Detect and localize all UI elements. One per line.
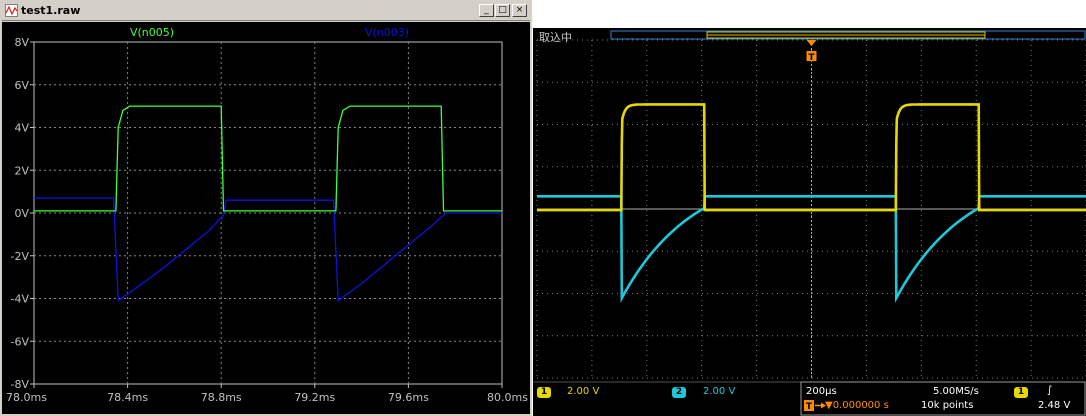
- trace-label-vn005: V(n005): [130, 26, 174, 39]
- timebase-readout: 200µs: [806, 386, 837, 397]
- ltspice-title-bar[interactable]: test1.raw _ □ ×: [2, 2, 530, 21]
- y-tick-label: -6V: [11, 335, 30, 348]
- trigger-marker: T: [808, 53, 815, 63]
- y-tick-label: -2V: [11, 250, 30, 263]
- y-tick-label: 6V: [14, 79, 29, 92]
- y-tick-label: 0V: [14, 207, 29, 220]
- y-tick-label: 2V: [14, 164, 29, 177]
- x-tick-label: 78.8ms: [201, 391, 242, 404]
- scope-waveform-display: T: [533, 30, 1086, 416]
- sample-rate-readout: 5.00MS/s: [933, 386, 979, 397]
- ch2-badge[interactable]: 2: [672, 387, 686, 398]
- y-tick-label: -8V: [11, 378, 30, 391]
- waveform-plot-area[interactable]: 8V 6V 4V 2V 0V -2V -4V -6V -8V 78.0ms 78.4ms 78.8ms…: [2, 22, 530, 414]
- minimize-button[interactable]: _: [479, 4, 494, 17]
- trigger-arrow: [806, 40, 817, 46]
- x-tick-label: 79.2ms: [294, 391, 335, 404]
- ltspice-window: test1.raw _ □ × 8V 6V 4V 2V 0V -2V -4V -6V -8V 78…: [0, 0, 532, 416]
- waveform-app-icon: [5, 4, 18, 17]
- y-tick-label: 8V: [14, 36, 29, 49]
- ch2-waveform: [537, 195, 1086, 303]
- trigger-source-badge[interactable]: 1: [1014, 387, 1028, 398]
- maximize-button[interactable]: □: [495, 4, 510, 17]
- close-button[interactable]: ×: [512, 4, 527, 17]
- ch2-scale: 2.00 V: [703, 386, 736, 397]
- x-tick-label: 79.6ms: [388, 391, 429, 404]
- waveform-chart[interactable]: 8V 6V 4V 2V 0V -2V -4V -6V -8V78.0ms 78.4ms 78.8ms…: [2, 22, 530, 414]
- x-tick-label: 78.0ms: [6, 391, 47, 404]
- x-tick-label: 80.0ms: [487, 391, 528, 404]
- y-tick-label: -4V: [11, 293, 30, 306]
- oscilloscope-screen: T 取込中 1 2.00 V 2 2.00 V 200µs T ▼0.00000…: [533, 28, 1086, 416]
- ch1-scale: 2.00 V: [567, 386, 600, 397]
- svg-text:T: T: [806, 402, 813, 411]
- window-title: test1.raw: [21, 4, 81, 17]
- trigger-position-readout: ▼0.000000 s: [825, 400, 889, 411]
- ch1-badge[interactable]: 1: [537, 387, 551, 398]
- y-tick-label: 4V: [14, 122, 29, 135]
- trigger-slope-icon: ∫: [1047, 385, 1053, 396]
- x-tick-label: 78.4ms: [107, 391, 148, 404]
- record-length-readout: 10k points: [921, 400, 974, 411]
- trigger-level-readout: 2.48 V: [1038, 400, 1071, 411]
- series-line-vn005: [34, 105, 502, 212]
- acquisition-status: 取込中: [539, 31, 572, 44]
- trace-label-vn003: V(n003): [365, 26, 409, 39]
